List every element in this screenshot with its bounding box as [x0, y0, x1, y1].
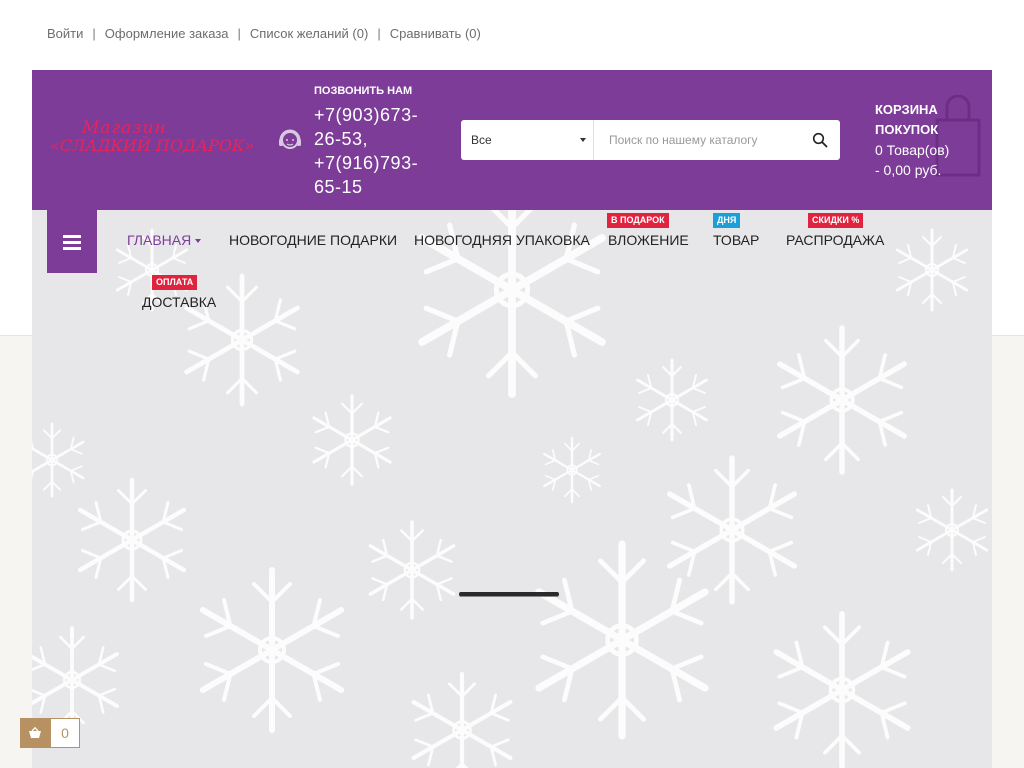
badge-payment: ОПЛАТА	[152, 275, 198, 290]
separator: |	[377, 26, 381, 41]
logo-line-1: Магазин	[82, 118, 167, 138]
cart-count: 0 Товар(ов)	[875, 142, 950, 158]
chevron-down-icon	[580, 138, 586, 142]
badge-gift: В ПОДАРОК	[607, 213, 669, 228]
loading-bar	[459, 592, 559, 596]
logo-line-2: «СЛАДКИЙ ПОДАРОК»	[50, 136, 255, 155]
nav-item-gifts[interactable]: НОВОГОДНИЕ ПОДАРКИ	[229, 232, 397, 248]
nav-item-delivery[interactable]: ДОСТАВКА	[142, 294, 216, 310]
cart-summary[interactable]: КОРЗИНА ПОКУПОК 0 Товар(ов) - 0,00 руб.	[875, 100, 992, 180]
separator: |	[237, 26, 241, 41]
login-link[interactable]: Войти	[47, 26, 83, 41]
nav-item-sale[interactable]: РАСПРОДАЖА	[786, 232, 884, 248]
nav-item-label: ГЛАВНАЯ	[127, 232, 192, 248]
call-us-label: ПОЗВОНИТЬ НАМ	[314, 85, 413, 97]
headset-icon	[278, 127, 302, 153]
phone-numbers[interactable]: +7(903)673-26-53, +7(916)793-65-15	[314, 103, 444, 199]
search-button[interactable]	[800, 120, 840, 160]
search-input[interactable]: Поиск по нашему каталогу	[594, 120, 800, 160]
store-logo[interactable]: Магазин «СЛАДКИЙ ПОДАРОК»	[50, 118, 254, 162]
checkout-link[interactable]: Оформление заказа	[105, 26, 229, 41]
cart-total: - 0,00 руб.	[875, 162, 942, 178]
nav-item-insert[interactable]: ВЛОЖЕНИЕ	[608, 232, 689, 248]
category-value: Все	[471, 133, 492, 147]
top-links: Войти | Оформление заказа | Список желан…	[47, 26, 481, 41]
nav-item-home[interactable]: ГЛАВНАЯ	[127, 232, 202, 248]
search-icon	[812, 132, 828, 148]
compare-link[interactable]: Сравнивать (0)	[390, 26, 481, 41]
floating-cart-count: 0	[50, 718, 80, 748]
category-select[interactable]: Все	[461, 120, 594, 160]
site-header: Магазин «СЛАДКИЙ ПОДАРОК» ПОЗВОНИТЬ НАМ …	[32, 70, 992, 210]
separator: |	[92, 26, 96, 41]
wishlist-link[interactable]: Список желаний (0)	[250, 26, 368, 41]
menu-toggle-button[interactable]	[47, 210, 97, 273]
badge-discount: СКИДКИ %	[808, 213, 864, 228]
nav-item-deal[interactable]: ТОВАР	[713, 232, 759, 248]
cart-title: КОРЗИНА ПОКУПОК	[875, 102, 939, 137]
basket-icon	[20, 718, 50, 748]
search-bar: Все Поиск по нашему каталогу	[461, 120, 840, 160]
hamburger-icon	[63, 234, 81, 250]
floating-cart[interactable]: 0	[20, 718, 80, 748]
badge-day: ДНЯ	[713, 213, 741, 228]
nav-item-packaging[interactable]: НОВОГОДНЯЯ УПАКОВКА	[414, 232, 590, 248]
chevron-down-icon	[195, 239, 202, 244]
